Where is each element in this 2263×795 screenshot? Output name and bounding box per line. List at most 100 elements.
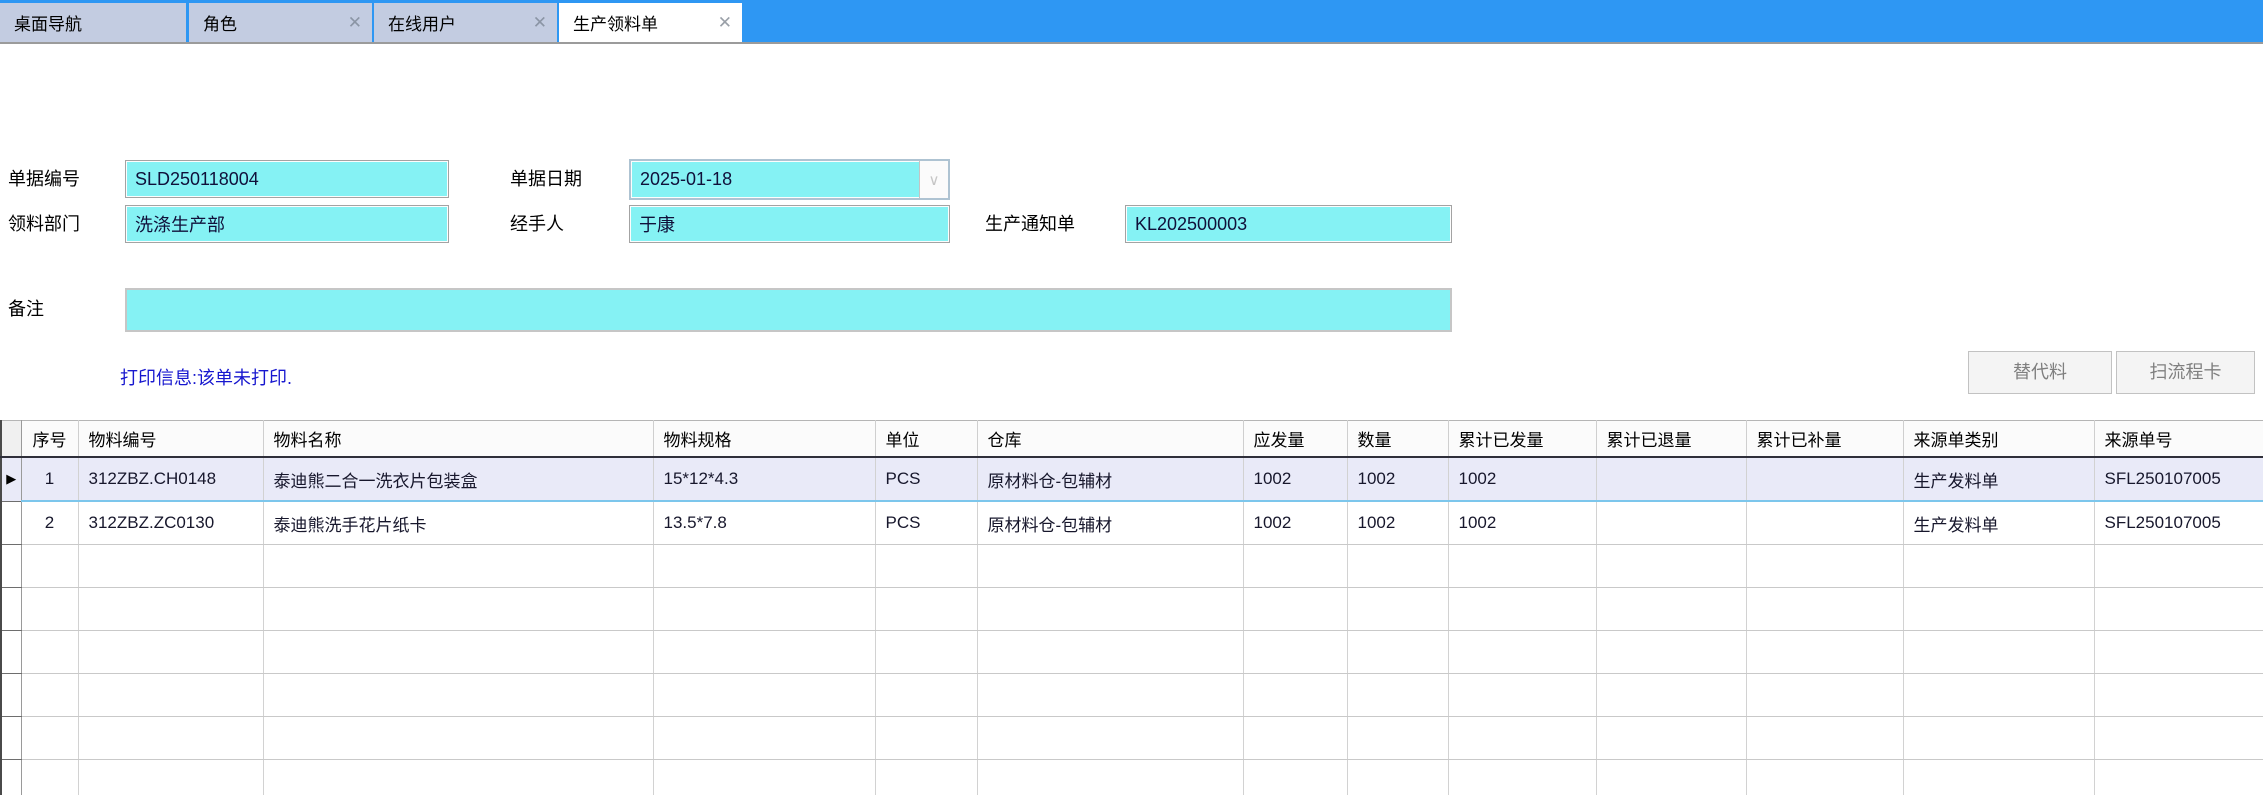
cell-source_type[interactable] [1903,717,2094,760]
cell-seq[interactable] [21,717,78,760]
tab-roles[interactable]: 角色 ✕ [189,3,372,42]
cell-code[interactable] [78,760,263,795]
empty-table-row[interactable] [1,588,2263,631]
cell-unit[interactable] [875,588,977,631]
cell-due_qty[interactable]: 1002 [1243,457,1347,501]
doc-no-field[interactable]: SLD250118004 [125,160,449,198]
col-returned-qty[interactable]: 累计已退量 [1596,421,1746,458]
empty-table-row[interactable] [1,545,2263,588]
cell-seq[interactable] [21,631,78,674]
cell-replenished_qty[interactable] [1746,588,1903,631]
table-row[interactable]: 2312ZBZ.ZC0130泰迪熊洗手花片纸卡13.5*7.8PCS原材料仓-包… [1,501,2263,545]
cell-code[interactable] [78,545,263,588]
row-selector-cell[interactable] [1,545,21,588]
col-due-qty[interactable]: 应发量 [1243,421,1347,458]
handler-field[interactable]: 于康 [629,205,950,243]
cell-qty[interactable] [1347,674,1448,717]
cell-source_no[interactable]: SFL250107005 [2094,457,2263,501]
cell-code[interactable]: 312ZBZ.CH0148 [78,457,263,501]
cell-returned_qty[interactable] [1596,760,1746,795]
cell-qty[interactable]: 1002 [1347,457,1448,501]
cell-replenished_qty[interactable] [1746,674,1903,717]
close-tab-icon[interactable]: ✕ [525,14,547,31]
cell-replenished_qty[interactable] [1746,501,1903,545]
cell-unit[interactable] [875,545,977,588]
cell-returned_qty[interactable] [1596,501,1746,545]
cell-issued_qty[interactable] [1448,717,1596,760]
table-row[interactable]: ▶1312ZBZ.CH0148泰迪熊二合一洗衣片包装盒15*12*4.3PCS原… [1,457,2263,501]
cell-returned_qty[interactable] [1596,588,1746,631]
cell-code[interactable] [78,674,263,717]
cell-source_type[interactable]: 生产发料单 [1903,501,2094,545]
cell-replenished_qty[interactable] [1746,631,1903,674]
row-selector-cell[interactable] [1,717,21,760]
cell-due_qty[interactable] [1243,588,1347,631]
cell-source_type[interactable]: 生产发料单 [1903,457,2094,501]
cell-seq[interactable] [21,545,78,588]
cell-source_type[interactable] [1903,674,2094,717]
substitute-material-button[interactable]: 替代料 [1968,351,2112,394]
tab-production-requisition[interactable]: 生产领料单 ✕ [559,3,742,42]
col-source-no[interactable]: 来源单号 [2094,421,2263,458]
notice-field[interactable]: KL202500003 [1125,205,1452,243]
cell-due_qty[interactable]: 1002 [1243,501,1347,545]
row-selector-cell[interactable] [1,588,21,631]
cell-replenished_qty[interactable] [1746,457,1903,501]
cell-warehouse[interactable] [977,631,1243,674]
cell-qty[interactable] [1347,545,1448,588]
cell-qty[interactable]: 1002 [1347,501,1448,545]
cell-unit[interactable] [875,631,977,674]
cell-source_no[interactable] [2094,674,2263,717]
cell-warehouse[interactable] [977,588,1243,631]
cell-name[interactable] [263,545,653,588]
cell-spec[interactable] [653,631,875,674]
cell-spec[interactable] [653,760,875,795]
empty-table-row[interactable] [1,631,2263,674]
cell-issued_qty[interactable]: 1002 [1448,501,1596,545]
cell-replenished_qty[interactable] [1746,760,1903,795]
cell-spec[interactable]: 13.5*7.8 [653,501,875,545]
row-selector-cell[interactable] [1,760,21,795]
cell-issued_qty[interactable] [1448,760,1596,795]
cell-warehouse[interactable] [977,545,1243,588]
col-material-code[interactable]: 物料编号 [78,421,263,458]
cell-spec[interactable]: 15*12*4.3 [653,457,875,501]
col-replenished-qty[interactable]: 累计已补量 [1746,421,1903,458]
cell-due_qty[interactable] [1243,545,1347,588]
cell-name[interactable] [263,588,653,631]
scan-flow-card-button[interactable]: 扫流程卡 [2116,351,2255,394]
cell-issued_qty[interactable]: 1002 [1448,457,1596,501]
close-tab-icon[interactable]: ✕ [340,14,362,31]
cell-spec[interactable] [653,588,875,631]
cell-code[interactable]: 312ZBZ.ZC0130 [78,501,263,545]
cell-seq[interactable]: 2 [21,501,78,545]
doc-date-field[interactable]: 2025-01-18 ∨ [629,159,950,200]
cell-source_no[interactable] [2094,545,2263,588]
cell-source_no[interactable] [2094,631,2263,674]
cell-qty[interactable] [1347,588,1448,631]
cell-name[interactable] [263,674,653,717]
col-warehouse[interactable]: 仓库 [977,421,1243,458]
col-unit[interactable]: 单位 [875,421,977,458]
cell-returned_qty[interactable] [1596,631,1746,674]
cell-qty[interactable] [1347,631,1448,674]
cell-returned_qty[interactable] [1596,674,1746,717]
cell-issued_qty[interactable] [1448,588,1596,631]
cell-source_no[interactable] [2094,760,2263,795]
cell-due_qty[interactable] [1243,631,1347,674]
cell-unit[interactable] [875,674,977,717]
cell-warehouse[interactable] [977,674,1243,717]
row-selector-cell[interactable]: ▶ [1,457,21,501]
cell-returned_qty[interactable] [1596,545,1746,588]
col-qty[interactable]: 数量 [1347,421,1448,458]
cell-source_type[interactable] [1903,631,2094,674]
cell-replenished_qty[interactable] [1746,545,1903,588]
cell-source_type[interactable] [1903,760,2094,795]
cell-seq[interactable] [21,674,78,717]
cell-replenished_qty[interactable] [1746,717,1903,760]
date-dropdown-button[interactable]: ∨ [919,161,948,198]
cell-seq[interactable]: 1 [21,457,78,501]
cell-due_qty[interactable] [1243,760,1347,795]
cell-returned_qty[interactable] [1596,457,1746,501]
cell-returned_qty[interactable] [1596,717,1746,760]
